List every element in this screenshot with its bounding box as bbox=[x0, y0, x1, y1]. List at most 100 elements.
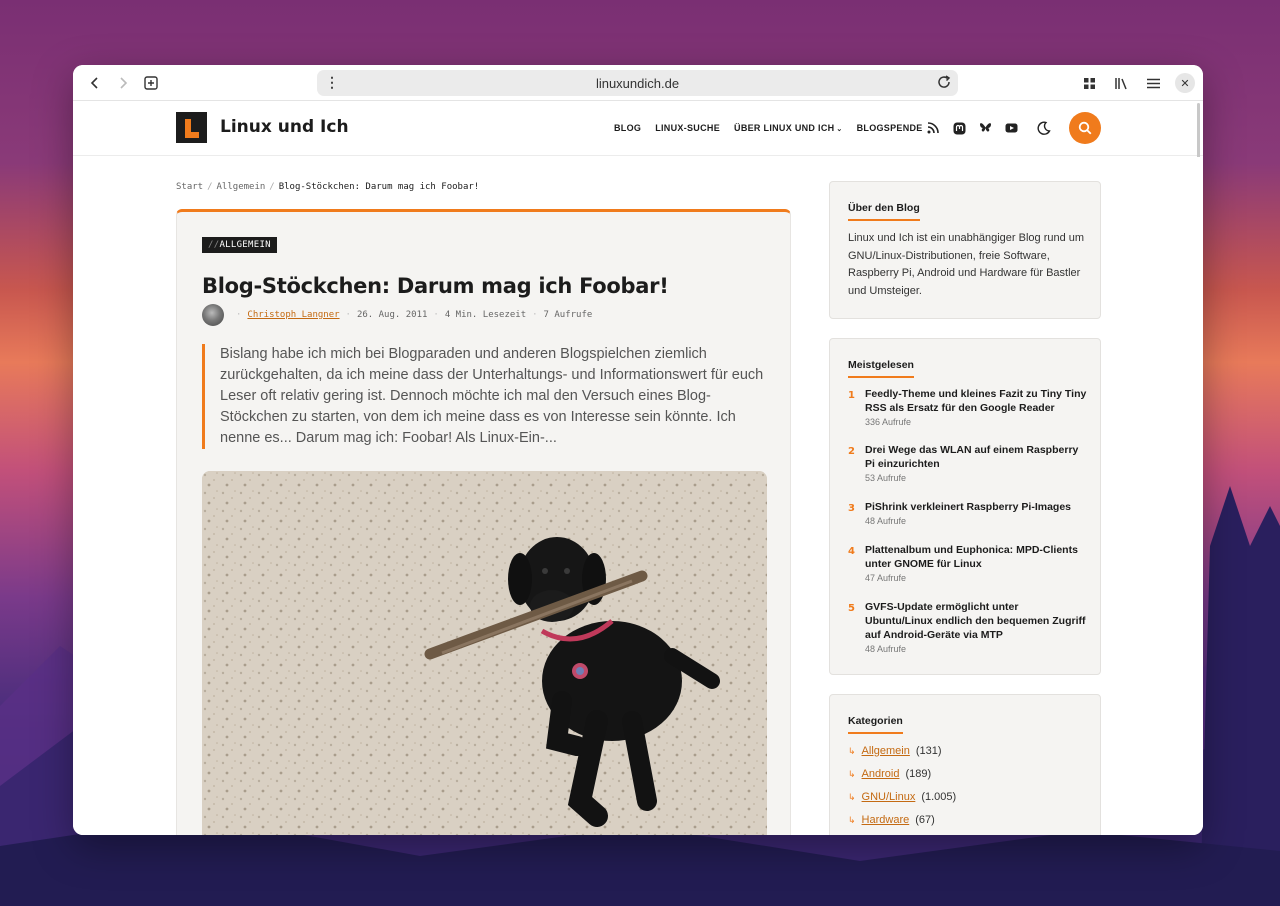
most-read-views: 53 Aufrufe bbox=[865, 473, 907, 483]
article-excerpt: Bislang habe ich mich bei Blogparaden un… bbox=[202, 344, 767, 449]
bluesky-icon[interactable] bbox=[977, 120, 993, 136]
main-nav: BLOG LINUX-SUCHE ÜBER LINUX UND ICH ⌄ BLO… bbox=[614, 123, 937, 133]
category-count: (1.005) bbox=[921, 791, 957, 803]
dog-with-stick-image bbox=[202, 471, 767, 835]
most-read-views: 47 Aufrufe bbox=[865, 573, 907, 583]
most-read-views: 48 Aufrufe bbox=[865, 644, 907, 654]
read-time: 4 Min. Lesezeit bbox=[444, 310, 527, 320]
arrow-icon: ↳ bbox=[848, 791, 856, 802]
browser-window: ⋮ linuxundich.de ✕ Linux und Ich BLOG LI… bbox=[73, 65, 1203, 835]
site-logo[interactable] bbox=[176, 112, 207, 143]
site-title[interactable]: Linux und Ich bbox=[220, 117, 349, 137]
category-link[interactable]: Hardware bbox=[862, 814, 910, 826]
page-content: Start / Allgemein / Blog-Stöckchen: Darum ma… bbox=[73, 157, 1203, 835]
about-widget: Über den Blog Linux und Ich ist ein unab… bbox=[829, 181, 1101, 319]
search-icon bbox=[1078, 121, 1092, 135]
nav-item-ueber[interactable]: ÜBER LINUX UND ICH ⌄ bbox=[734, 123, 843, 133]
browser-toolbar: ⋮ linuxundich.de ✕ bbox=[73, 65, 1203, 101]
reload-icon[interactable] bbox=[936, 74, 952, 90]
category-label: ALLGEMEIN bbox=[219, 240, 271, 250]
category-link[interactable]: Android bbox=[862, 768, 900, 780]
nav-item-blogspende[interactable]: BLOGSPENDE bbox=[857, 123, 923, 133]
social-links bbox=[925, 120, 1019, 136]
breadcrumb-current: Blog-Stöckchen: Darum mag ich Foobar! bbox=[278, 182, 480, 192]
grid-icon bbox=[1083, 77, 1095, 89]
category-link[interactable]: GNU/Linux bbox=[862, 791, 916, 803]
rank-number: 3 bbox=[848, 503, 855, 514]
new-tab-button[interactable] bbox=[137, 69, 165, 97]
library-icon bbox=[1115, 77, 1127, 89]
youtube-icon[interactable] bbox=[1003, 120, 1019, 136]
category-count: (67) bbox=[915, 814, 935, 826]
close-window-button[interactable]: ✕ bbox=[1175, 73, 1195, 93]
breadcrumb: Start / Allgemein / Blog-Stöckchen: Darum ma… bbox=[176, 182, 480, 192]
category-item: ↳ Allgemein (131) bbox=[848, 745, 942, 757]
arrow-icon: ↳ bbox=[848, 768, 856, 779]
article-meta: · Christoph Langner · 26. Aug. 2011 · 4 … bbox=[202, 304, 592, 326]
breadcrumb-category[interactable]: Allgemein bbox=[217, 182, 266, 192]
categories-widget: Kategorien ↳ Allgemein (131) ↳ Android (… bbox=[829, 694, 1101, 835]
list-item[interactable]: 1 Feedly-Theme und kleines Fazit zu Tiny… bbox=[848, 387, 1088, 427]
most-read-title: Meistgelesen bbox=[848, 359, 914, 378]
nav-item-linux-suche[interactable]: LINUX-SUCHE bbox=[655, 123, 720, 133]
nav-item-blog[interactable]: BLOG bbox=[614, 123, 641, 133]
arrow-icon: ↳ bbox=[848, 814, 856, 825]
main-menu-button[interactable] bbox=[1139, 69, 1167, 97]
about-text: Linux und Ich ist ein unabhängiger Blog … bbox=[848, 232, 1085, 297]
category-prefix: // bbox=[208, 240, 220, 250]
most-read-title-link[interactable]: Feedly-Theme und kleines Fazit zu Tiny T… bbox=[865, 387, 1088, 415]
view-count: 7 Aufrufe bbox=[543, 310, 593, 320]
list-item[interactable]: 2 Drei Wege das WLAN auf einem Raspberry… bbox=[848, 443, 1088, 483]
category-item: ↳ GNU/Linux (1.005) bbox=[848, 791, 956, 803]
most-read-title-link[interactable]: GVFS-Update ermöglicht unter Ubuntu/Linu… bbox=[865, 600, 1088, 642]
most-read-title-link[interactable]: Plattenalbum und Euphonica: MPD-Clients … bbox=[865, 543, 1088, 571]
category-item: ↳ Android (189) bbox=[848, 768, 931, 780]
search-button[interactable] bbox=[1069, 112, 1101, 144]
article-title[interactable]: Blog-Stöckchen: Darum mag ich Foobar! bbox=[202, 274, 669, 298]
hero-image[interactable] bbox=[202, 471, 767, 835]
rank-number: 2 bbox=[848, 446, 855, 457]
hamburger-icon bbox=[1146, 78, 1160, 88]
category-link[interactable]: Allgemein bbox=[862, 745, 910, 757]
about-title: Über den Blog bbox=[848, 202, 920, 221]
category-item: ↳ Hardware (67) bbox=[848, 814, 935, 826]
logo-l-icon bbox=[183, 117, 201, 139]
most-read-views: 336 Aufrufe bbox=[865, 417, 912, 427]
rss-icon[interactable] bbox=[925, 120, 941, 136]
mastodon-icon[interactable] bbox=[951, 120, 967, 136]
category-count: (131) bbox=[915, 745, 942, 757]
most-read-widget: Meistgelesen 1 Feedly-Theme und kleines … bbox=[829, 338, 1101, 675]
list-item[interactable]: 3 PiShrink verkleinert Raspberry Pi-Imag… bbox=[848, 500, 1088, 526]
nav-item-ueber-label: ÜBER LINUX UND ICH bbox=[734, 123, 835, 133]
chevron-down-icon: ⌄ bbox=[836, 126, 843, 133]
chevron-right-icon bbox=[120, 76, 128, 89]
url-bar[interactable]: ⋮ linuxundich.de bbox=[317, 70, 958, 96]
page-menu-icon[interactable]: ⋮ bbox=[325, 74, 339, 91]
library-button[interactable] bbox=[1107, 69, 1135, 97]
list-item[interactable]: 5 GVFS-Update ermöglicht unter Ubuntu/Li… bbox=[848, 600, 1088, 654]
dark-mode-icon[interactable] bbox=[1036, 120, 1052, 136]
back-button[interactable] bbox=[81, 69, 109, 97]
article-date: 26. Aug. 2011 bbox=[356, 310, 428, 320]
site-header: Linux und Ich BLOG LINUX-SUCHE ÜBER LINU… bbox=[73, 101, 1203, 156]
most-read-title-link[interactable]: Drei Wege das WLAN auf einem Raspberry P… bbox=[865, 443, 1088, 471]
apps-button[interactable] bbox=[1075, 69, 1103, 97]
avatar bbox=[202, 304, 224, 326]
rank-number: 5 bbox=[848, 603, 855, 614]
toolbar-right: ✕ bbox=[1075, 69, 1195, 97]
category-tag[interactable]: //ALLGEMEIN bbox=[202, 237, 277, 253]
new-tab-icon bbox=[144, 75, 158, 90]
most-read-views: 48 Aufrufe bbox=[865, 516, 907, 526]
chevron-left-icon bbox=[90, 76, 98, 89]
close-icon: ✕ bbox=[1180, 76, 1190, 90]
list-item[interactable]: 4 Plattenalbum und Euphonica: MPD-Client… bbox=[848, 543, 1088, 583]
most-read-title-link[interactable]: PiShrink verkleinert Raspberry Pi-Images bbox=[865, 500, 1088, 514]
category-count: (189) bbox=[905, 768, 932, 780]
arrow-icon: ↳ bbox=[848, 745, 856, 756]
categories-title: Kategorien bbox=[848, 715, 903, 734]
forward-button[interactable] bbox=[109, 69, 137, 97]
breadcrumb-home[interactable]: Start bbox=[176, 182, 203, 192]
article-card: //ALLGEMEIN Blog-Stöckchen: Darum mag ic… bbox=[176, 209, 791, 835]
rank-number: 4 bbox=[848, 546, 855, 557]
author-link[interactable]: Christoph Langner bbox=[247, 310, 339, 320]
